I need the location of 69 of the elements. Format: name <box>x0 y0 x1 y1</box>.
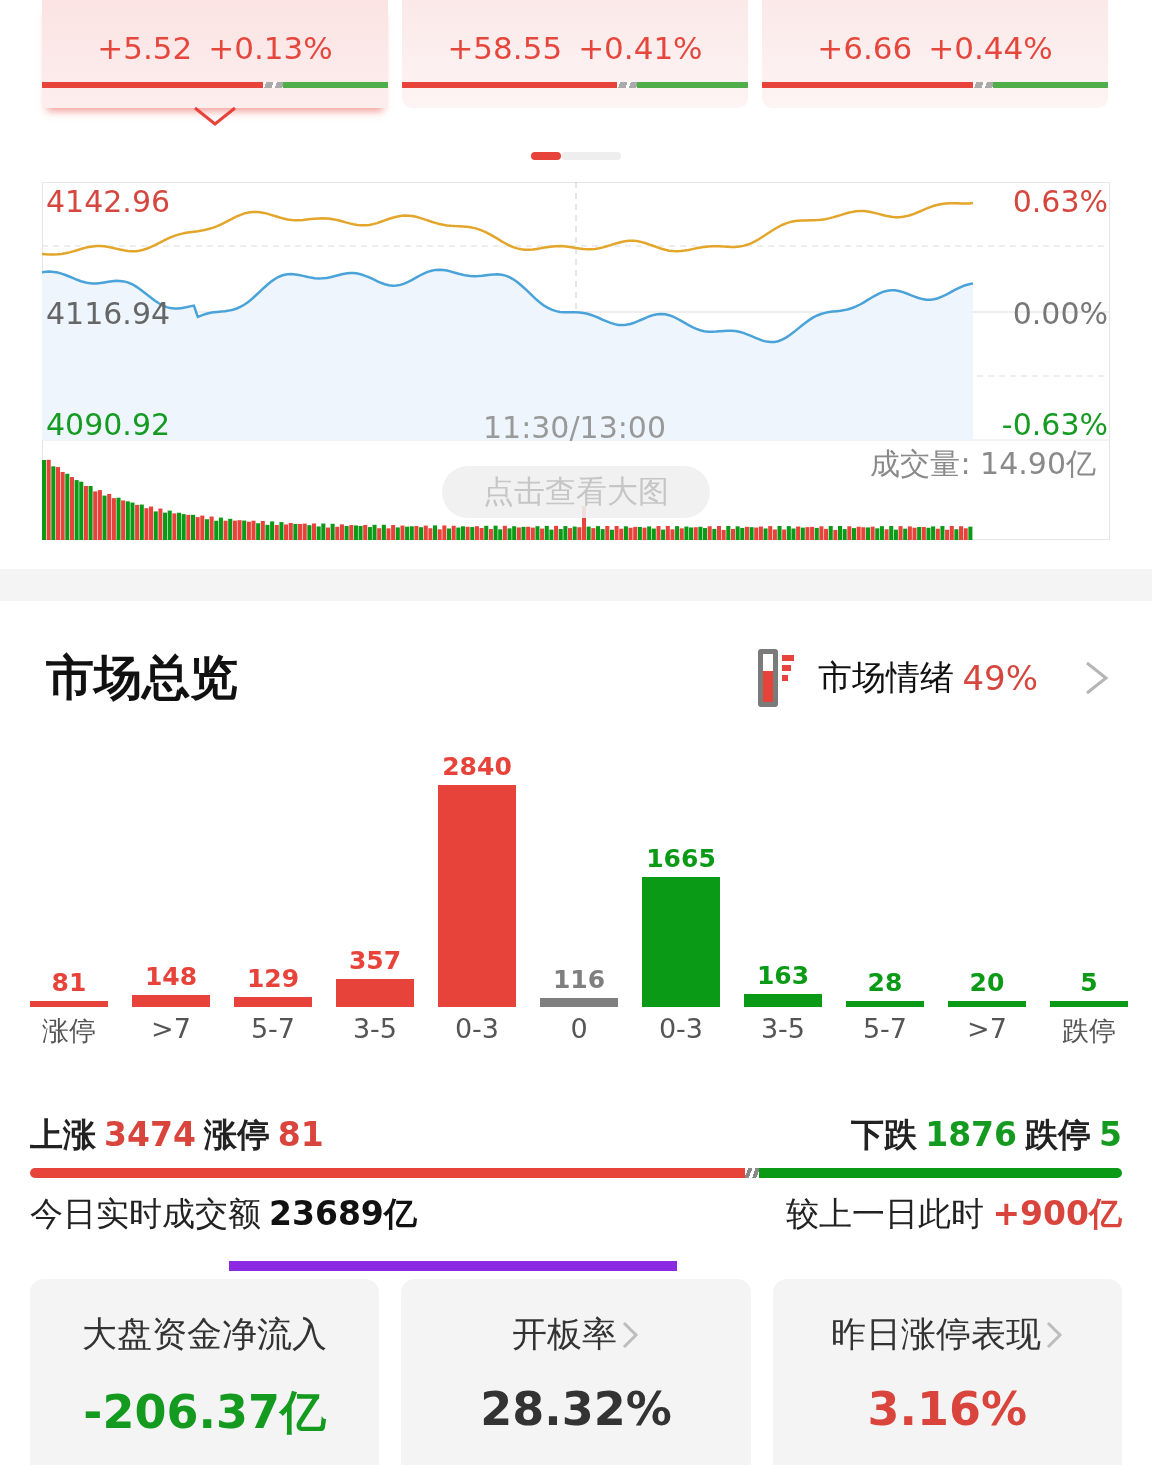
limit-down-label: 跌停 <box>1025 1114 1092 1156</box>
chevron-right-icon <box>621 1319 640 1350</box>
axis-label: -0.63% <box>1001 407 1108 442</box>
axis-label: 4090.92 <box>46 407 171 442</box>
bar-value: 163 <box>756 961 810 991</box>
index-card[interactable]: +6.66 +0.44% <box>762 0 1108 108</box>
stat-title: 昨日涨停表现 <box>831 1313 1042 1356</box>
bar-category: 0-3 <box>658 1013 704 1046</box>
change-value: +58.55 <box>447 30 563 66</box>
stat-value: 28.32% <box>480 1382 672 1436</box>
bar-value: 1665 <box>646 843 716 873</box>
turnover-label: 今日实时成交额 <box>30 1193 261 1235</box>
rise-count: 3474 <box>104 1115 196 1154</box>
bar-category: 3-5 <box>352 1013 398 1046</box>
change-value: +5.52 <box>97 30 193 66</box>
bar-category: 跌停 <box>1062 1014 1116 1048</box>
stat-value: 3.16% <box>867 1382 1028 1436</box>
thermometer-icon <box>756 647 797 709</box>
fall-label: 下跌 <box>851 1114 918 1156</box>
bar-category: >7 <box>151 1013 191 1046</box>
compare-value: +900亿 <box>992 1193 1122 1235</box>
time-label: 11:30/13:00 <box>483 410 667 445</box>
bar-value: 129 <box>246 963 300 993</box>
index-card[interactable]: +5.52 +0.13% <box>42 0 388 108</box>
bar-category: 涨停 <box>42 1014 96 1048</box>
bar-value: 81 <box>51 967 87 997</box>
bar-value: 20 <box>969 968 1005 997</box>
stat-card[interactable]: 开板率 28.32% <box>401 1279 751 1465</box>
limit-up-count: 81 <box>277 1115 324 1154</box>
axis-label: 4116.94 <box>46 296 171 331</box>
stat-card[interactable]: 昨日涨停表现 3.16% <box>772 1279 1122 1465</box>
chevron-right-icon[interactable] <box>1084 660 1110 696</box>
bar-value: 148 <box>144 962 198 992</box>
index-card[interactable]: +58.55 +0.41% <box>402 0 748 108</box>
bar-value: 357 <box>348 946 402 976</box>
bar-value: 28 <box>867 968 903 997</box>
change-value: +6.66 <box>817 30 913 66</box>
bar-category: 5-7 <box>250 1013 296 1046</box>
pointer-icon <box>193 106 237 126</box>
sentiment-label: 市场情绪 <box>818 656 955 699</box>
bar-value: 5 <box>1080 968 1098 997</box>
bar-category: >7 <box>967 1013 1007 1046</box>
axis-label: 0.63% <box>1012 184 1108 219</box>
bar-category: 0-3 <box>454 1013 500 1046</box>
chevron-right-icon <box>1045 1319 1064 1350</box>
change-percent: +0.44% <box>928 30 1053 66</box>
axis-label: 4142.96 <box>46 184 171 219</box>
bar-category: 0 <box>570 1013 588 1046</box>
axis-label: 0.00% <box>1012 296 1108 331</box>
turnover-value: 23689亿 <box>269 1193 417 1235</box>
stat-title: 大盘资金净流入 <box>82 1313 328 1356</box>
volume-label: 成交量: 14.90亿 <box>870 445 1096 483</box>
compare-label: 较上一日此时 <box>786 1193 985 1235</box>
limit-down-count: 5 <box>1099 1115 1122 1154</box>
bar-category: 3-5 <box>760 1013 806 1046</box>
limit-up-label: 涨停 <box>203 1114 270 1156</box>
page-indicator-icon <box>531 152 621 160</box>
change-percent: +0.13% <box>208 30 333 66</box>
stat-title: 开板率 <box>512 1313 618 1356</box>
stat-card[interactable]: 大盘资金净流入 -206.37亿 <box>30 1279 380 1465</box>
bar-value: 116 <box>552 964 606 994</box>
sentiment-value: 49% <box>962 658 1038 698</box>
section-title: 市场总览 <box>46 648 238 707</box>
fall-count: 1876 <box>925 1115 1018 1154</box>
bar-value: 2840 <box>442 752 512 781</box>
bar-category: 5-7 <box>862 1013 908 1046</box>
change-percent: +0.41% <box>578 30 703 66</box>
stat-value: -206.37亿 <box>83 1384 326 1441</box>
rise-label: 上涨 <box>30 1114 96 1156</box>
